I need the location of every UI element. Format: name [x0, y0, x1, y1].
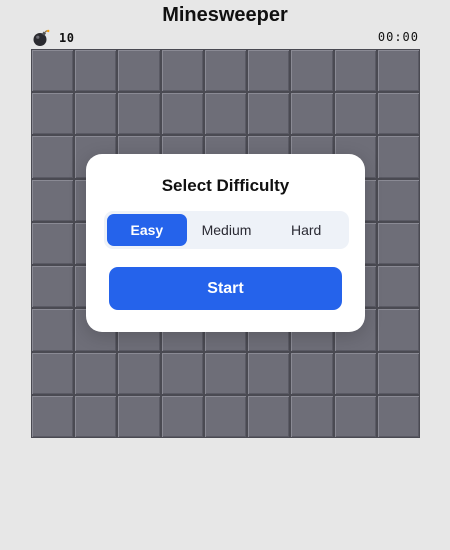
- difficulty-option-medium[interactable]: Medium: [187, 214, 267, 246]
- board-cell[interactable]: [248, 50, 290, 92]
- board-cell[interactable]: [377, 352, 419, 394]
- board-cell[interactable]: [377, 50, 419, 92]
- board-cell[interactable]: [248, 352, 290, 394]
- board-cell[interactable]: [32, 50, 74, 92]
- board-cell[interactable]: [75, 93, 117, 135]
- board-cell[interactable]: [377, 93, 419, 135]
- difficulty-option-easy[interactable]: Easy: [107, 214, 187, 246]
- board-cell[interactable]: [161, 352, 203, 394]
- board-cell[interactable]: [291, 395, 333, 437]
- board-cell[interactable]: [32, 309, 74, 351]
- board-cell[interactable]: [204, 50, 247, 92]
- board-cell[interactable]: [291, 352, 333, 394]
- board-cell[interactable]: [32, 136, 74, 178]
- board-cell[interactable]: [291, 93, 333, 135]
- board-cell[interactable]: [32, 179, 74, 221]
- dialog-title: Select Difficulty: [161, 176, 290, 195]
- board-cell[interactable]: [377, 136, 419, 178]
- board-cell[interactable]: [334, 93, 376, 135]
- board-cell[interactable]: [118, 395, 160, 437]
- board-cell[interactable]: [118, 93, 160, 135]
- board-cell[interactable]: [118, 50, 160, 92]
- board-cell[interactable]: [75, 50, 117, 92]
- board-cell[interactable]: [334, 352, 376, 394]
- page-title: Minesweeper: [162, 4, 288, 26]
- status-bar: 10 00:00: [32, 28, 419, 48]
- bomb-icon: [32, 29, 50, 47]
- board-cell[interactable]: [161, 50, 203, 92]
- board-cell[interactable]: [334, 395, 376, 437]
- board-cell[interactable]: [161, 395, 203, 437]
- difficulty-dialog: Select Difficulty Easy Medium Hard Start: [86, 154, 365, 332]
- board-cell[interactable]: [75, 352, 117, 394]
- board-cell[interactable]: [377, 395, 419, 437]
- board-cell[interactable]: [204, 352, 247, 394]
- board-cell[interactable]: [32, 352, 74, 394]
- board-cell[interactable]: [161, 93, 203, 135]
- board-cell[interactable]: [334, 50, 376, 92]
- start-button[interactable]: Start: [109, 267, 342, 310]
- board-cell[interactable]: [377, 179, 419, 221]
- board-cell[interactable]: [377, 222, 419, 265]
- board-cell[interactable]: [32, 266, 74, 308]
- board-cell[interactable]: [248, 395, 290, 437]
- difficulty-selector: Easy Medium Hard: [104, 211, 349, 249]
- board-cell[interactable]: [32, 395, 74, 437]
- timer: 00:00: [377, 30, 419, 44]
- board-cell[interactable]: [377, 309, 419, 351]
- minesweeper-app: Minesweeper 10 00:00 Select Difficulty E…: [0, 0, 450, 550]
- board-cell[interactable]: [291, 50, 333, 92]
- mine-counter: 10: [32, 28, 74, 48]
- board-cell[interactable]: [204, 395, 247, 437]
- board-cell[interactable]: [32, 222, 74, 265]
- board-cell[interactable]: [118, 352, 160, 394]
- board-cell[interactable]: [204, 93, 247, 135]
- mine-count: 10: [59, 31, 75, 45]
- board-cell[interactable]: [75, 395, 117, 437]
- difficulty-option-hard[interactable]: Hard: [266, 214, 346, 246]
- board-cell[interactable]: [248, 93, 290, 135]
- board-cell[interactable]: [377, 266, 419, 308]
- board-cell[interactable]: [32, 93, 74, 135]
